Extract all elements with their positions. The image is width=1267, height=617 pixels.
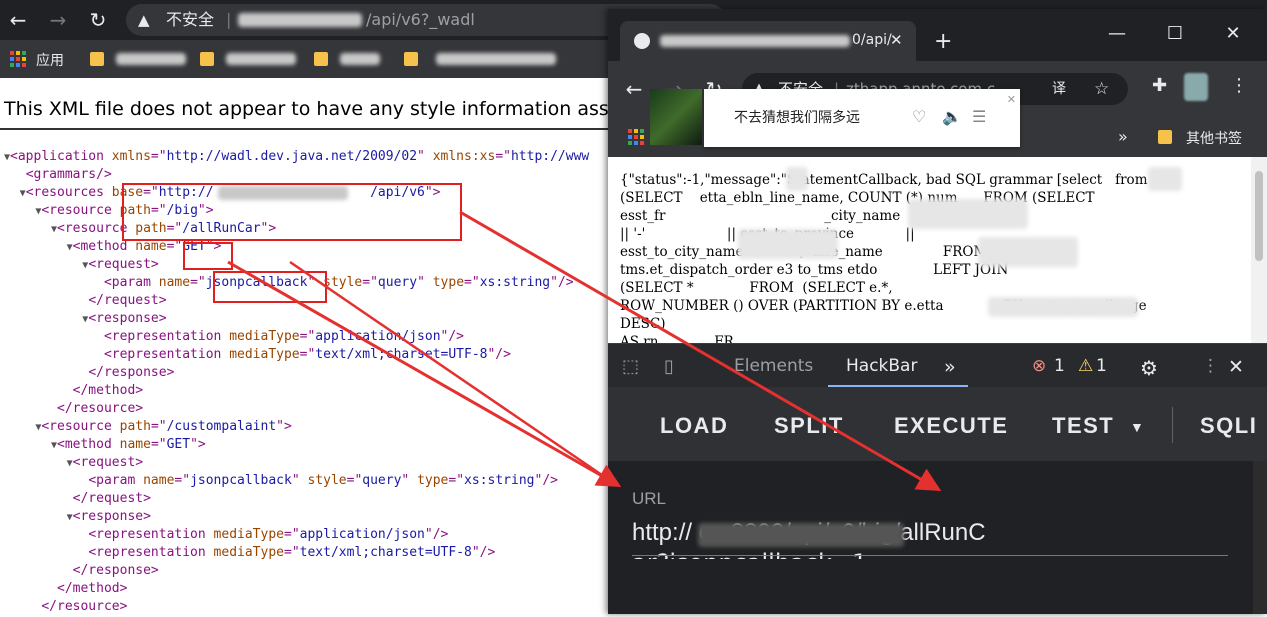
arrow-to-url-label (227, 260, 622, 487)
arrow-to-url-path (459, 210, 942, 492)
annotation-arrows (227, 210, 942, 492)
arrow-from-param (289, 260, 619, 488)
